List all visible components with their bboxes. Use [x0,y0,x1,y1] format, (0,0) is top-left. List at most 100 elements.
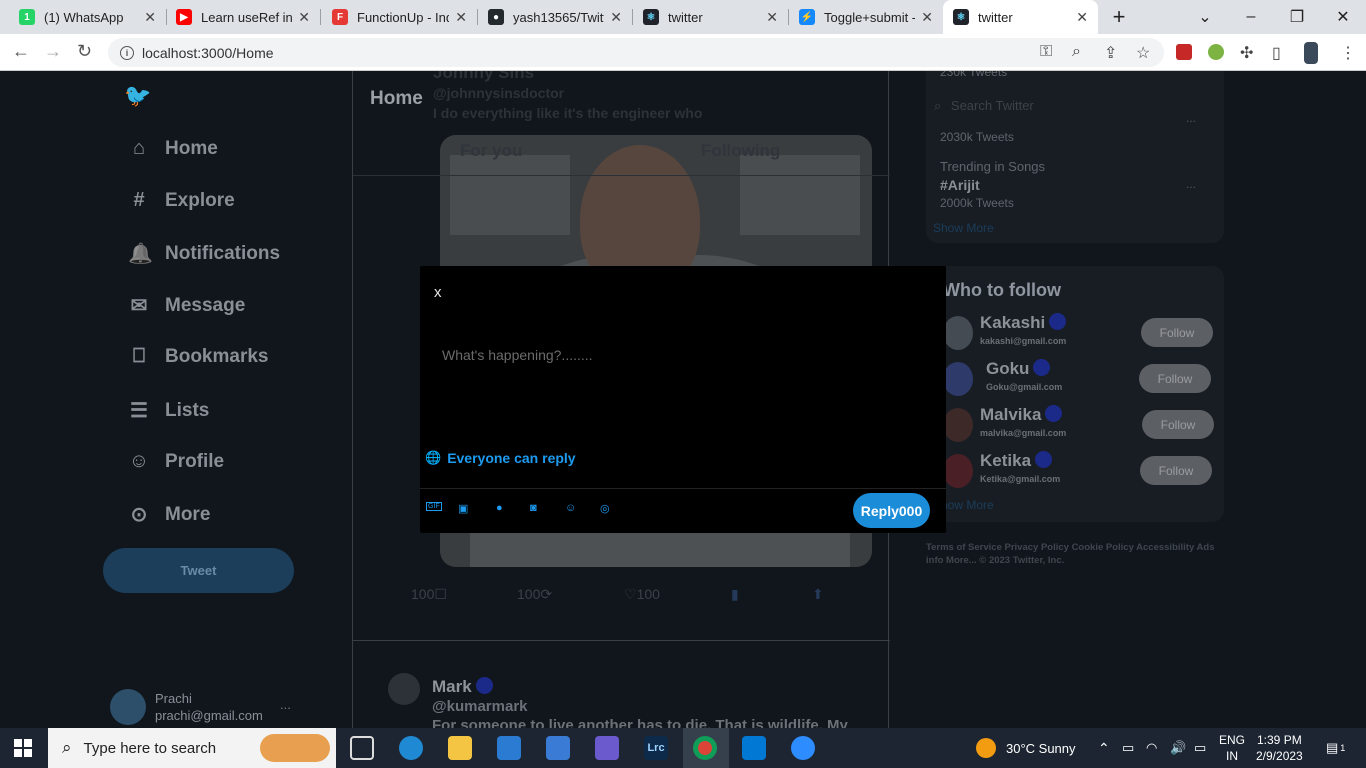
schedule-icon[interactable]: ◎ [600,502,610,515]
clipchamp-icon[interactable] [595,736,619,760]
taskbar-search-input[interactable]: Type here to search [84,740,217,757]
tab-close-icon[interactable]: ✕ [455,9,467,26]
follow-button[interactable]: Follow [1142,410,1214,439]
tab-close-icon[interactable]: ✕ [921,9,933,26]
tab-following[interactable]: Following [701,141,780,161]
browser-tab-twitter-active[interactable]: ⚛ twitter ✕ [943,0,1098,34]
zoom-icon[interactable] [791,736,815,760]
key-icon[interactable]: ⚿ [1040,43,1052,61]
browser-tab-toggle-submit[interactable]: ⚡ Toggle+submit - ✕ [789,0,943,34]
store-icon[interactable] [546,736,570,760]
language-indicator[interactable]: ENG IN [1219,728,1245,768]
browser-menu-icon[interactable]: ⋮ [1340,43,1356,63]
taskbar-search[interactable]: ⌕ Type here to search [48,728,336,768]
sidebar-item-profile[interactable]: ☺ Profile [128,450,224,473]
trends-show-more[interactable]: Show More [933,221,994,235]
search-input[interactable]: Search Twitter [951,98,1034,113]
battery-icon[interactable]: ▭ [1194,728,1206,768]
reply-action[interactable]: 100☐ [411,586,447,603]
modal-close-button[interactable]: x [434,284,442,301]
tab-close-icon[interactable]: ✕ [298,9,310,26]
like-action[interactable]: ♡100 [624,586,660,603]
browser-tab-youtube[interactable]: ▶ Learn useRef in 1 ✕ [166,0,320,34]
bookmark-star-icon[interactable]: ☆ [1136,43,1150,63]
extension-green-icon[interactable] [1208,44,1224,60]
tab-for-you[interactable]: For you [460,141,522,161]
location-icon[interactable]: ● [496,502,503,514]
extension-red-icon[interactable] [1176,44,1192,60]
gif-icon[interactable]: GIF [426,502,442,511]
retweet-action[interactable]: 100⟳ [517,586,552,603]
meet-now-icon[interactable]: ▭ [1122,728,1134,768]
tweet-button[interactable]: Tweet [103,548,294,593]
search-box[interactable]: ⌕ Search Twitter [934,98,1034,114]
site-info-icon[interactable]: i [120,45,134,60]
forward-icon[interactable]: → [44,41,62,62]
image-icon[interactable]: ▣ [458,502,468,515]
edge-icon[interactable] [399,736,423,760]
trend-menu-icon[interactable]: ... [1186,177,1196,191]
avatar[interactable] [943,408,973,442]
account-switcher[interactable]: Prachi prachi@gmail.com ... [110,689,291,725]
side-panel-icon[interactable]: ▯ [1272,43,1281,63]
extensions-puzzle-icon[interactable]: ✣ [1240,43,1253,63]
avatar[interactable] [388,673,420,705]
url-text[interactable]: localhost:3000/Home [142,45,274,61]
avatar[interactable] [943,316,973,350]
windows-start-icon[interactable] [14,739,32,757]
new-tab-button[interactable]: + [1096,0,1142,34]
sidebar-item-bookmarks[interactable]: ⎕ Bookmarks [128,345,269,368]
follow-button[interactable]: Follow [1140,456,1212,485]
avatar[interactable] [943,454,973,488]
sidebar-item-message[interactable]: ✉ Message [128,293,246,318]
tab-search-icon[interactable]: ⌄ [1182,0,1228,34]
trend-tag[interactable]: #Arijit [940,177,980,193]
clock[interactable]: 1:39 PM 2/9/2023 [1256,728,1303,768]
sidebar-item-home[interactable]: ⌂ Home [128,137,218,160]
reply-setting[interactable]: 🌐 Everyone can reply [425,450,576,466]
stats-action[interactable]: ▮ [731,586,739,603]
share-action[interactable]: ⬆ [812,586,824,603]
wifi-icon[interactable]: ◠ [1146,728,1157,768]
back-icon[interactable]: ← [12,41,30,62]
sidebar-item-notifications[interactable]: 🔔 Notifications [128,241,280,266]
mail-app-icon[interactable] [497,736,521,760]
account-menu-icon[interactable]: ... [280,697,291,712]
avatar[interactable] [943,362,973,396]
reply-input[interactable]: What's happening?........ [442,347,593,363]
follow-button[interactable]: Follow [1139,364,1211,393]
browser-tab-whatsapp[interactable]: 1 (1) WhatsApp ✕ [9,0,166,34]
tab-close-icon[interactable]: ✕ [766,9,778,26]
tab-close-icon[interactable]: ✕ [1076,9,1088,26]
reply-button[interactable]: Reply000 [853,493,930,528]
zoom-icon[interactable]: ⌕ [1072,43,1081,61]
url-bar[interactable]: i localhost:3000/Home [108,38,1164,67]
tab-close-icon[interactable]: ✕ [610,9,622,26]
camera-icon[interactable]: ◙ [530,502,537,514]
tab-close-icon[interactable]: ✕ [144,9,156,26]
browser-tab-github[interactable]: ● yash13565/Twitte ✕ [478,0,632,34]
notification-center[interactable]: ▤ 1 [1326,728,1345,768]
emoji-icon[interactable]: ☺ [565,502,576,514]
twitter-logo-icon[interactable]: 🐦 [124,83,151,109]
minimize-icon[interactable]: – [1228,0,1274,34]
browser-tab-functionup[interactable]: F FunctionUp - Ind ✕ [322,0,477,34]
footer-links[interactable]: Terms of Service Privacy Policy Cookie P… [926,541,1226,567]
file-explorer-icon[interactable] [448,736,472,760]
sidebar-item-more[interactable]: ⊙ More [128,502,211,527]
reload-icon[interactable]: ↻ [77,41,92,62]
share-page-icon[interactable]: ⇪ [1104,43,1117,63]
restore-icon[interactable]: ❐ [1274,0,1320,34]
sidebar-item-lists[interactable]: ☰ Lists [128,398,209,423]
sidebar-item-explore[interactable]: # Explore [128,189,234,212]
lightroom-icon[interactable]: Lrc [644,736,668,760]
follow-button[interactable]: Follow [1141,318,1213,347]
task-view-icon[interactable] [350,736,374,760]
weather-widget[interactable]: 30°C Sunny [976,728,1076,768]
trend-menu-icon[interactable]: ... [1186,111,1196,125]
volume-icon[interactable]: 🔊 [1170,728,1186,768]
close-window-icon[interactable]: ✕ [1320,0,1366,34]
tray-chevron-icon[interactable]: ⌃ [1098,728,1110,768]
vscode-icon[interactable] [742,736,766,760]
browser-tab-twitter-1[interactable]: ⚛ twitter ✕ [633,0,788,34]
